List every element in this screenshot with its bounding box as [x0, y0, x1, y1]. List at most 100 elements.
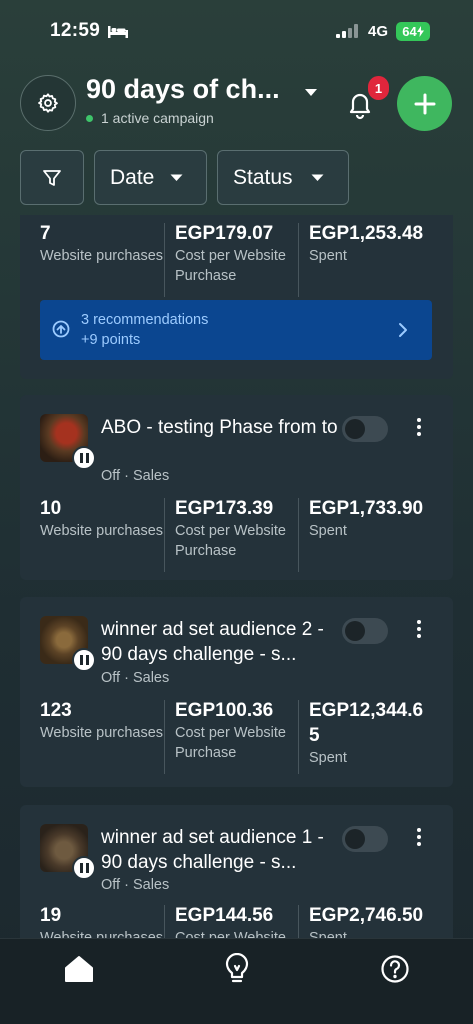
metric-spent: EGP1,733.90 Spent — [309, 496, 437, 541]
card-metrics: 19 Website purchases EGP144.56 Cost per … — [20, 903, 453, 938]
home-icon — [65, 956, 93, 982]
metric-cost-per-purchase: EGP144.56 Cost per Website Purchase — [175, 903, 299, 938]
ad-set-title[interactable]: winner ad set audience 2 - 90 days chall… — [101, 617, 339, 667]
metric-purchases: 19 Website purchases — [40, 903, 164, 938]
metric-value: EGP100.36 — [175, 700, 274, 721]
objective: Sales — [132, 468, 170, 484]
metric-cost-per-purchase: EGP179.07 Cost per Website Purchase — [175, 221, 299, 286]
caret-down-icon — [170, 174, 183, 181]
active-dot-icon — [86, 114, 93, 122]
metric-spent: EGP1,253.48 Spent — [309, 221, 429, 266]
more-options-icon[interactable] — [412, 826, 426, 848]
metric-label: Spent — [309, 523, 347, 539]
metric-value: EGP179.07 — [175, 223, 274, 244]
metric-label: Website purchases — [40, 248, 164, 264]
nav-home[interactable] — [59, 949, 99, 989]
metric-divider — [164, 498, 165, 572]
ad-set-toggle[interactable] — [342, 416, 388, 442]
metric-cost-per-purchase: EGP100.36 Cost per Website Purchase — [175, 698, 299, 763]
metric-label: Website purchases — [40, 725, 164, 741]
metric-value: 7 — [40, 223, 51, 244]
delivery-status: Off — [101, 468, 121, 484]
ad-set-card[interactable]: winner ad set audience 2 - 90 days chall… — [20, 597, 453, 787]
metric-purchases: 10 Website purchases — [40, 496, 164, 541]
ad-set-card[interactable]: winner ad set audience 1 - 90 days chall… — [20, 805, 453, 938]
recommendations-points: +9 points — [81, 332, 141, 348]
metric-divider — [164, 700, 165, 774]
metric-divider — [298, 223, 299, 297]
filter-button[interactable] — [20, 150, 84, 205]
paused-status-icon — [72, 648, 96, 672]
create-button[interactable] — [397, 76, 452, 131]
metric-label: Cost per Website Purchase — [175, 725, 286, 761]
more-options-icon[interactable] — [412, 618, 426, 640]
card-metrics: 7 Website purchases EGP179.07 Cost per W… — [20, 221, 453, 301]
metric-label: Spent — [309, 248, 347, 264]
ad-set-subtitle: Off · Sales — [101, 670, 170, 686]
toggle-knob — [345, 621, 365, 641]
date-filter-dropdown[interactable]: Date — [94, 150, 207, 205]
metric-label: Cost per Website Purchase — [175, 930, 286, 938]
battery-indicator: 64 — [396, 22, 430, 41]
status-bar: 12:59 4G 64 — [0, 0, 473, 62]
metric-value: EGP12,344.65 — [309, 700, 424, 746]
toggle-knob — [345, 419, 365, 439]
settings-button[interactable] — [20, 75, 76, 131]
sleep-focus-icon — [108, 26, 128, 38]
filter-icon — [43, 169, 61, 186]
metric-spent: EGP12,344.65 Spent — [309, 698, 429, 768]
paused-status-icon — [72, 446, 96, 470]
more-options-icon[interactable] — [412, 416, 426, 438]
arrow-up-circle-icon — [52, 320, 70, 338]
metric-divider — [164, 905, 165, 938]
metric-label: Website purchases — [40, 523, 164, 539]
caret-down-icon — [311, 174, 324, 181]
ad-set-subtitle: Off · Sales — [101, 468, 170, 484]
recommendations-count: 3 recommendations — [81, 312, 209, 328]
metric-label: Cost per Website Purchase — [175, 248, 286, 284]
metric-value: 123 — [40, 700, 72, 721]
status-filter-dropdown[interactable]: Status — [217, 150, 349, 205]
recommendations-banner[interactable]: 3 recommendations +9 points — [40, 300, 432, 360]
paused-status-icon — [72, 856, 96, 880]
charging-icon — [416, 26, 424, 37]
plus-icon — [414, 93, 435, 114]
metric-spent: EGP2,746.50 Spent — [309, 903, 429, 938]
status-filter-label: Status — [233, 165, 293, 189]
ad-set-toggle[interactable] — [342, 826, 388, 852]
notification-badge: 1 — [368, 76, 389, 100]
metric-value: EGP2,746.50 — [309, 905, 424, 926]
metric-label: Website purchases — [40, 930, 164, 938]
bottom-navigation — [0, 938, 473, 1024]
metric-purchases: 7 Website purchases — [40, 221, 164, 266]
metric-label: Spent — [309, 750, 347, 766]
metric-divider — [298, 700, 299, 774]
metric-divider — [164, 223, 165, 297]
metric-value: EGP1,253.48 — [309, 223, 424, 244]
metric-label: Cost per Website Purchase — [175, 523, 286, 559]
metric-value: EGP1,733.90 — [309, 498, 424, 519]
metric-divider — [298, 905, 299, 938]
delivery-status: Off — [101, 877, 121, 893]
ad-set-card[interactable]: 7 Website purchases EGP179.07 Cost per W… — [20, 215, 453, 379]
objective: Sales — [132, 877, 170, 893]
signal-icon — [336, 24, 358, 38]
account-title[interactable]: 90 days of ch... — [86, 74, 280, 105]
ad-set-card[interactable]: ABO - testing Phase from to Off · Sales … — [20, 395, 453, 580]
caret-down-icon[interactable] — [304, 88, 318, 98]
ad-set-title[interactable]: ABO - testing Phase from to — [101, 415, 339, 440]
nav-recommendations[interactable] — [217, 949, 257, 989]
ad-set-subtitle: Off · Sales — [101, 877, 170, 893]
ad-set-toggle[interactable] — [342, 618, 388, 644]
lightbulb-icon — [225, 953, 249, 983]
gear-icon — [38, 93, 58, 113]
metric-label: Spent — [309, 930, 347, 938]
objective: Sales — [132, 670, 170, 686]
ad-set-list[interactable]: 7 Website purchases EGP179.07 Cost per W… — [0, 215, 473, 938]
ad-set-title[interactable]: winner ad set audience 1 - 90 days chall… — [101, 825, 339, 875]
metric-cost-per-purchase: EGP173.39 Cost per Website Purchase — [175, 496, 299, 561]
nav-help[interactable] — [375, 949, 415, 989]
metric-value: 10 — [40, 498, 62, 519]
metric-value: EGP173.39 — [175, 498, 274, 519]
header: 90 days of ch... 1 active campaign 1 — [0, 72, 473, 138]
